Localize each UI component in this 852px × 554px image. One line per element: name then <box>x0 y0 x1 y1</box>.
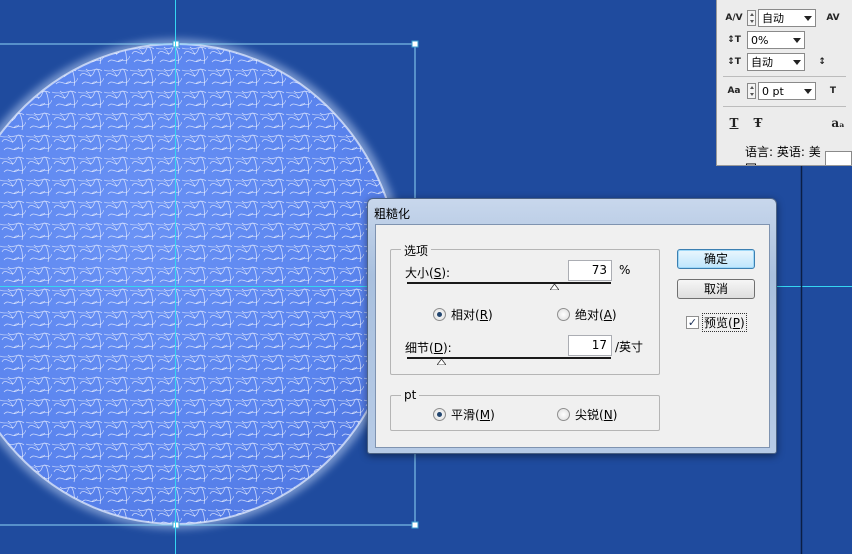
preview-checkbox[interactable]: ✓ 预览(P) <box>686 313 747 332</box>
size-label: 大小(S): <box>405 266 451 280</box>
baseline-scale-row: ↕T 0% <box>717 30 805 50</box>
corner-radio[interactable]: 尖锐(N) <box>557 406 617 423</box>
smooth-radio[interactable]: 平滑(M) <box>433 406 495 423</box>
tracking-icon: AV <box>826 13 840 23</box>
size-unit: % <box>619 263 631 277</box>
detail-unit: /英寸 <box>615 340 644 354</box>
relative-radio[interactable]: 相对(R) <box>433 306 493 323</box>
cancel-button[interactable]: 取消 <box>677 279 755 299</box>
style-row: T Ŧ aₐ <box>717 113 847 133</box>
relative-radio-dot[interactable] <box>433 308 446 321</box>
auto-combo[interactable]: 自动 <box>747 53 805 71</box>
kerning-icon: A/V <box>725 13 743 23</box>
size-slider-thumb[interactable] <box>550 284 559 290</box>
bbox-handle-top-right <box>411 40 419 48</box>
baseline-scale-icon: ↕T <box>727 35 741 45</box>
dialog-title: 粗糙化 <box>374 207 411 221</box>
detail-label: 细节(D): <box>405 341 452 355</box>
char-rotate-icon: ↕T <box>727 57 741 67</box>
preview-check-box[interactable]: ✓ <box>686 316 699 329</box>
scale-combo[interactable]: 0% <box>747 31 805 49</box>
ok-button[interactable]: 确定 <box>677 249 755 269</box>
small-caps-icon[interactable]: aₐ <box>829 115 847 131</box>
size-slider-track[interactable] <box>407 282 611 284</box>
roughen-dialog: 粗糙化 选项 大小(S): 73 % 相对(R) 绝对(A) 细节(D): 17… <box>367 198 777 454</box>
smooth-radio-dot[interactable] <box>433 408 446 421</box>
language-row: 语言: 英语: 美国 <box>745 143 852 165</box>
options-group: 选项 大小(S): 73 % 相对(R) 绝对(A) 细节(D): 17 /英寸 <box>390 242 660 375</box>
points-group-label: pt <box>401 388 420 402</box>
preview-label: 预览(P) <box>702 313 747 332</box>
language-select[interactable] <box>825 151 852 165</box>
options-group-label: 选项 <box>401 242 432 259</box>
strikethrough-icon[interactable]: Ŧ <box>749 115 767 131</box>
corner-radio-label: 尖锐(N) <box>575 408 618 422</box>
absolute-radio-label: 绝对(A) <box>575 308 617 322</box>
absolute-radio-dot[interactable] <box>557 308 570 321</box>
points-group: pt 平滑(M) 尖锐(N) <box>390 388 660 431</box>
relative-radio-label: 相对(R) <box>451 308 493 322</box>
size-input[interactable]: 73 <box>568 260 612 281</box>
baseline-combo[interactable]: 0 pt <box>758 82 816 100</box>
absolute-radio[interactable]: 绝对(A) <box>557 306 617 323</box>
rotate-row: ↕T 自动 ↕ <box>717 52 831 72</box>
detail-input[interactable]: 17 <box>568 335 612 356</box>
language-label: 语言: 英语: 美国 <box>745 145 821 165</box>
panel-divider-2 <box>723 106 846 107</box>
kerning-spinner[interactable] <box>747 10 756 26</box>
dialog-body: 选项 大小(S): 73 % 相对(R) 绝对(A) 细节(D): 17 /英寸… <box>375 224 770 448</box>
leading-icon: ↕ <box>818 57 826 67</box>
rotate-icon: T <box>829 86 837 96</box>
tracking-row: A/V 自动 AV <box>717 8 842 28</box>
baseline-shift-row: Aa 0 pt T <box>717 81 842 101</box>
detail-slider-thumb[interactable] <box>437 359 446 365</box>
baseline-shift-icon: Aa <box>727 86 741 96</box>
bbox-handle-bottom-right <box>411 521 419 529</box>
underline-icon[interactable]: T <box>725 115 743 131</box>
character-panel: A/V 自动 AV ↕T 0% ↕T 自动 ↕ Aa 0 pt T T Ŧ aₐ… <box>716 0 852 166</box>
smooth-radio-label: 平滑(M) <box>451 408 495 422</box>
baseline-spinner[interactable] <box>747 83 756 99</box>
panel-divider <box>723 76 846 77</box>
kerning-combo[interactable]: 自动 <box>758 9 816 27</box>
corner-radio-dot[interactable] <box>557 408 570 421</box>
